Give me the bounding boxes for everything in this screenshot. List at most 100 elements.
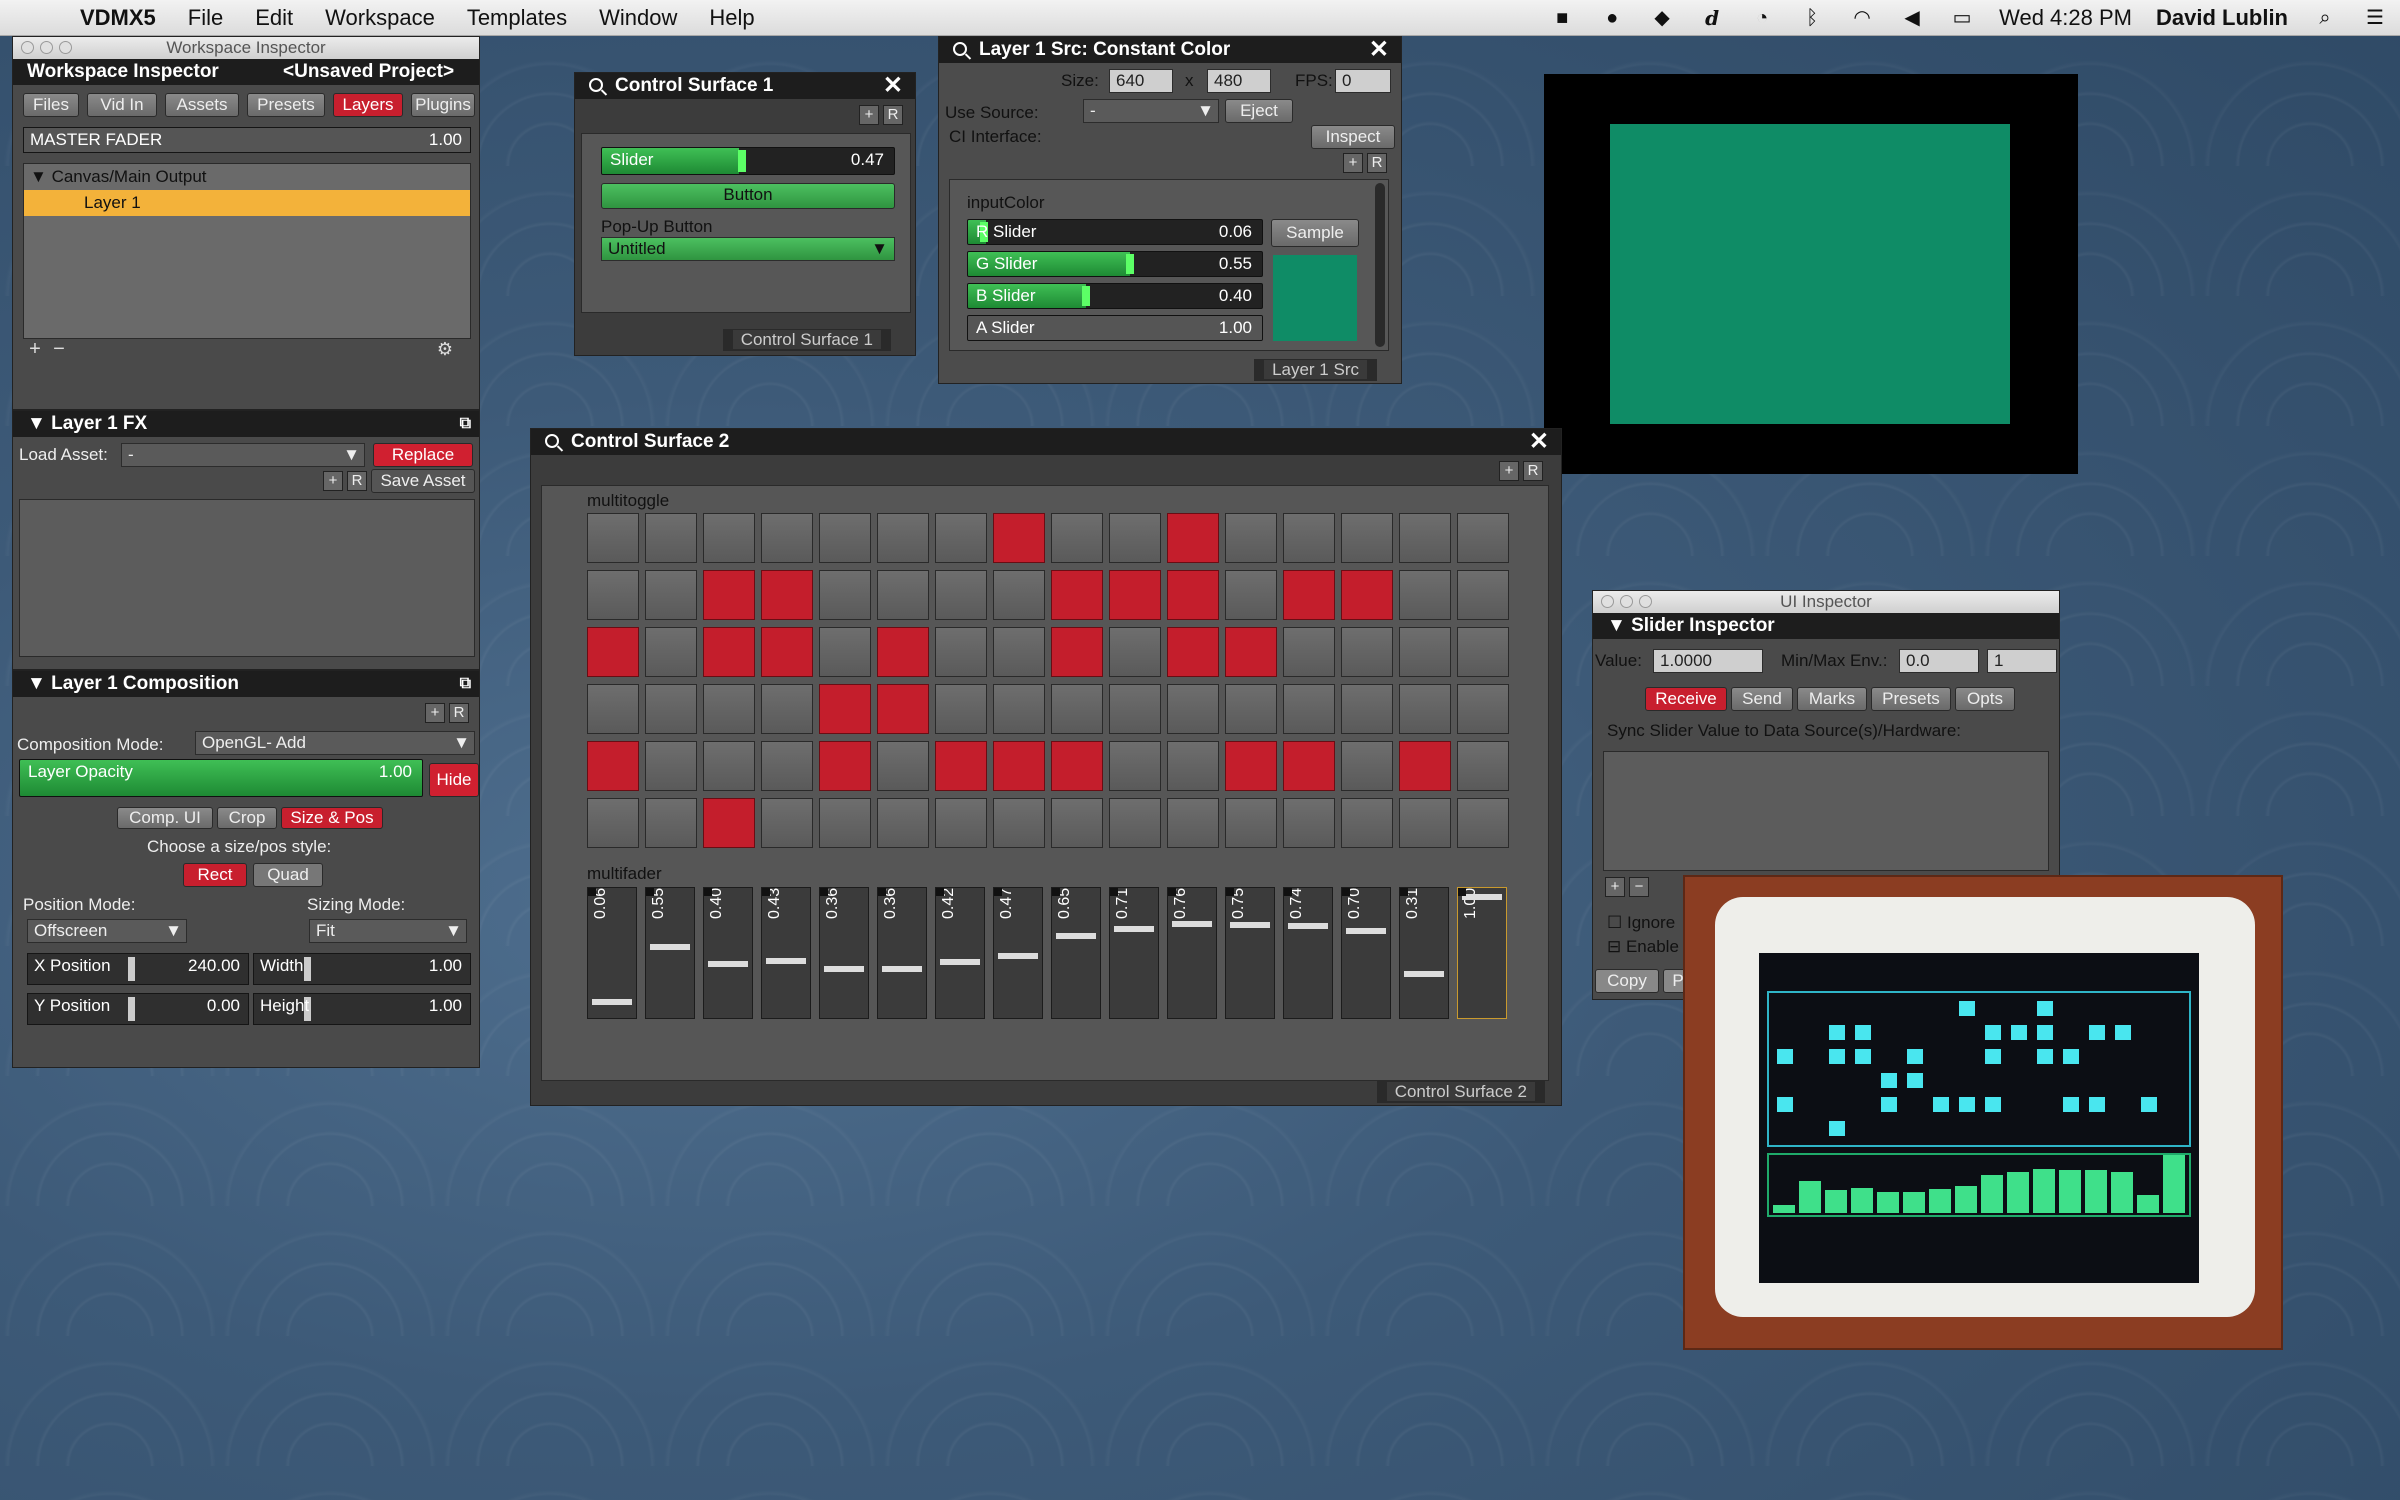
close-light-icon[interactable]: [1601, 595, 1614, 608]
add-icon[interactable]: +: [1343, 153, 1363, 173]
toggle-cell[interactable]: [1341, 513, 1393, 563]
toggle-cell[interactable]: [1109, 570, 1161, 620]
fader-strip[interactable]: 0.43: [761, 887, 811, 1019]
toggle-cell[interactable]: [1457, 741, 1509, 791]
toggle-cell[interactable]: [645, 798, 697, 848]
toggle-cell[interactable]: [761, 513, 813, 563]
toggle-cell[interactable]: [645, 741, 697, 791]
toggle-cell[interactable]: [1167, 627, 1219, 677]
toggle-cell[interactable]: [1399, 684, 1451, 734]
g-slider[interactable]: G Slider 0.55: [967, 251, 1263, 277]
toggle-cell[interactable]: [761, 798, 813, 848]
toggle-cell[interactable]: [1341, 798, 1393, 848]
reset-icon[interactable]: R: [449, 703, 469, 723]
minimize-light-icon[interactable]: [40, 41, 53, 54]
toggle-cell[interactable]: [993, 627, 1045, 677]
minimize-light-icon[interactable]: [1620, 595, 1633, 608]
enable-checkbox[interactable]: ⊟ Enable: [1607, 937, 1679, 957]
toggle-cell[interactable]: [935, 570, 987, 620]
scrollbar[interactable]: [1375, 183, 1385, 347]
toggle-cell[interactable]: [587, 798, 639, 848]
use-source-dropdown[interactable]: - ▼: [1083, 99, 1219, 123]
add-icon[interactable]: +: [1499, 461, 1519, 481]
tree-group-canvas[interactable]: ▼ Canvas/Main Output: [24, 164, 470, 190]
replace-button[interactable]: Replace: [373, 443, 473, 467]
toggle-cell[interactable]: [587, 741, 639, 791]
add-icon[interactable]: +: [323, 471, 343, 491]
toggle-cell[interactable]: [1457, 627, 1509, 677]
eject-button[interactable]: Eject: [1225, 99, 1293, 123]
close-light-icon[interactable]: [21, 41, 34, 54]
fader-strip[interactable]: 0.74: [1283, 887, 1333, 1019]
toggle-cell[interactable]: [877, 570, 929, 620]
toggle-cell[interactable]: [1457, 798, 1509, 848]
env-min-field[interactable]: 0.0: [1899, 649, 1979, 673]
toggle-cell[interactable]: [1051, 513, 1103, 563]
toggle-cell[interactable]: [1051, 798, 1103, 848]
toggle-cell[interactable]: [1283, 798, 1335, 848]
fader-strip[interactable]: 0.31: [1399, 887, 1449, 1019]
toggle-cell[interactable]: [1399, 627, 1451, 677]
menu-app-name[interactable]: VDMX5: [80, 5, 156, 31]
menu-clock[interactable]: Wed 4:28 PM: [1999, 5, 2132, 31]
hide-button[interactable]: Hide: [429, 763, 479, 797]
remove-layer-icon[interactable]: −: [49, 339, 69, 360]
add-icon[interactable]: +: [859, 105, 879, 125]
toggle-cell[interactable]: [1167, 741, 1219, 791]
toggle-cell[interactable]: [877, 741, 929, 791]
toggle-cell[interactable]: [935, 627, 987, 677]
toggle-cell[interactable]: [587, 684, 639, 734]
rect-button[interactable]: Rect: [183, 863, 247, 887]
spotlight-search-icon[interactable]: ⌕: [2312, 7, 2338, 29]
reset-icon[interactable]: R: [347, 471, 367, 491]
toggle-cell[interactable]: [587, 513, 639, 563]
toggle-cell[interactable]: [1283, 684, 1335, 734]
control-surface-1-titlebar[interactable]: Control Surface 1 ✕: [575, 73, 915, 99]
toggle-cell[interactable]: [1167, 570, 1219, 620]
height-field[interactable]: 480: [1207, 69, 1271, 93]
ignore-checkbox[interactable]: ☐ Ignore: [1607, 913, 1675, 933]
remove-icon[interactable]: −: [1629, 877, 1649, 897]
toggle-cell[interactable]: [1167, 513, 1219, 563]
toggle-cell[interactable]: [1283, 741, 1335, 791]
tab-layers[interactable]: Layers: [333, 93, 403, 117]
fader-strip[interactable]: 0.40: [703, 887, 753, 1019]
toggle-cell[interactable]: [819, 570, 871, 620]
toggle-cell[interactable]: [1167, 684, 1219, 734]
toggle-cell[interactable]: [761, 741, 813, 791]
gear-icon[interactable]: ⚙: [435, 340, 455, 360]
toggle-cell[interactable]: [993, 570, 1045, 620]
toggle-cell[interactable]: [1051, 570, 1103, 620]
toggle-cell[interactable]: [1225, 570, 1277, 620]
fader-strip[interactable]: 0.36: [877, 887, 927, 1019]
tab-vid-in[interactable]: Vid In: [87, 93, 157, 117]
toggle-cell[interactable]: [761, 627, 813, 677]
toggle-cell[interactable]: [993, 684, 1045, 734]
toggle-cell[interactable]: [1399, 741, 1451, 791]
sample-button[interactable]: Sample: [1271, 219, 1359, 247]
robot-icon[interactable]: ●: [1599, 7, 1625, 29]
toggle-cell[interactable]: [1051, 741, 1103, 791]
toggle-cell[interactable]: [935, 798, 987, 848]
toggle-cell[interactable]: [645, 684, 697, 734]
toggle-cell[interactable]: [935, 741, 987, 791]
tab-crop[interactable]: Crop: [217, 807, 277, 829]
toggle-cell[interactable]: [1225, 684, 1277, 734]
toggle-cell[interactable]: [1341, 684, 1393, 734]
toggle-cell[interactable]: [1051, 627, 1103, 677]
toggle-cell[interactable]: [1341, 741, 1393, 791]
tab-assets[interactable]: Assets: [165, 93, 239, 117]
control-surface-2-titlebar[interactable]: Control Surface 2 ✕: [531, 429, 1561, 455]
toggle-cell[interactable]: [819, 798, 871, 848]
menu-help[interactable]: Help: [709, 5, 754, 31]
menu-user[interactable]: David Lublin: [2156, 5, 2288, 31]
d-app-icon[interactable]: d: [1699, 7, 1725, 29]
reset-icon[interactable]: R: [883, 105, 903, 125]
toggle-cell[interactable]: [993, 798, 1045, 848]
fader-strip[interactable]: 0.55: [645, 887, 695, 1019]
toggle-cell[interactable]: [1457, 513, 1509, 563]
zoom-light-icon[interactable]: [59, 41, 72, 54]
composition-mode-dropdown[interactable]: OpenGL- Add ▼: [195, 731, 475, 755]
toggle-cell[interactable]: [645, 513, 697, 563]
toggle-cell[interactable]: [1109, 684, 1161, 734]
